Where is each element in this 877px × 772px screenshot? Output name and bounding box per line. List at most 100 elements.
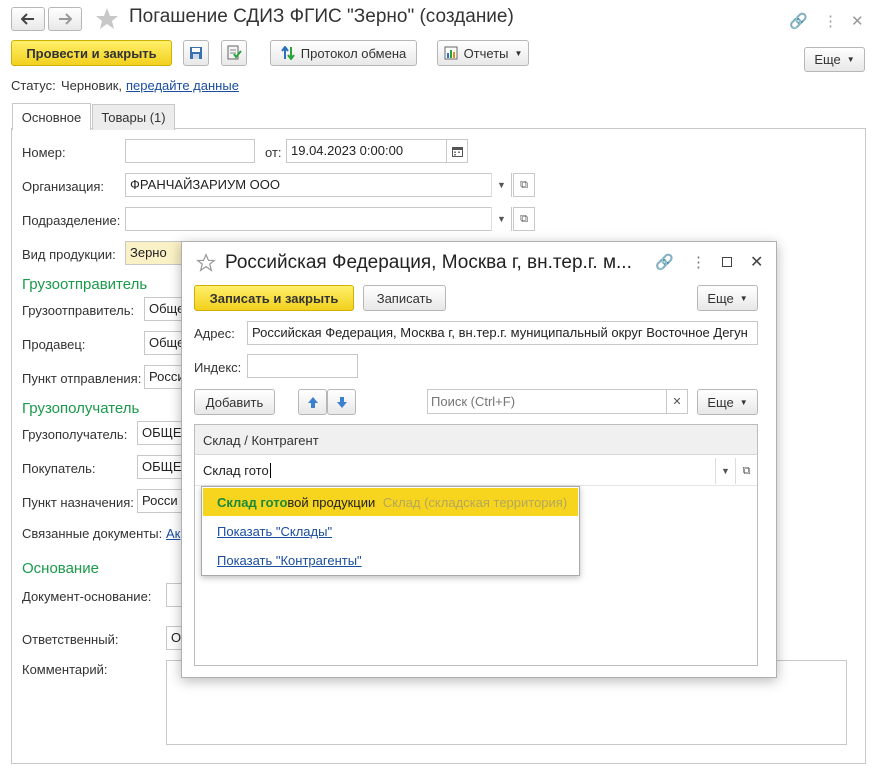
tab-goods-label: Товары (1) <box>101 110 166 125</box>
close-icon[interactable]: ✕ <box>750 252 763 272</box>
dispatch-point-label: Пункт отправления: <box>22 371 142 386</box>
row-dropdown[interactable]: ▼ <box>715 458 735 484</box>
dialog-title: Российская Федерация, Москва г, вн.тер.г… <box>225 252 632 273</box>
more-label: Еще <box>707 290 734 306</box>
consignee-label: Грузополучатель: <box>22 427 128 442</box>
index-input[interactable] <box>247 354 358 378</box>
add-label: Добавить <box>205 394 264 410</box>
table-header: Склад / Контрагент <box>195 425 757 455</box>
save-button[interactable]: Записать <box>363 285 446 311</box>
calendar-icon <box>451 146 463 157</box>
arrow-right-icon <box>59 13 72 25</box>
seller-label: Продавец: <box>22 337 86 352</box>
more-vert-icon[interactable]: ⋮ <box>823 12 838 30</box>
show-warehouses-link[interactable]: Показать "Склады" <box>217 524 332 539</box>
product-type-input[interactable]: Зерно <box>125 241 185 265</box>
save-and-close-button[interactable]: Записать и закрыть <box>194 285 354 311</box>
suggestion-match: Склад гото <box>217 495 288 510</box>
number-input[interactable] <box>125 139 255 163</box>
seller-input[interactable]: Обще <box>144 331 184 355</box>
comment-label: Комментарий: <box>22 662 108 677</box>
dialog-more-button[interactable]: Еще ▼ <box>697 285 758 311</box>
suggestion-hint: Склад (складская территория) <box>382 495 568 510</box>
basis-group-title: Основание <box>22 560 99 577</box>
tab-main-label: Основное <box>21 109 82 125</box>
organization-dropdown[interactable]: ▼ <box>491 173 511 197</box>
chevron-down-icon: ▼ <box>846 55 855 64</box>
responsible-label: Ответственный: <box>22 632 119 647</box>
tab-goods[interactable]: Товары (1) <box>92 104 175 130</box>
department-input[interactable] <box>125 207 512 231</box>
organization-input[interactable]: ФРАНЧАЙЗАРИУМ ООО <box>125 173 512 197</box>
save-button[interactable] <box>183 40 209 66</box>
arrow-up-icon <box>307 396 318 408</box>
show-contractors-link[interactable]: Показать "Контрагенты" <box>217 553 362 568</box>
dispatch-point-input[interactable]: Росси <box>144 365 184 389</box>
post-document-icon <box>227 45 242 60</box>
row-open-button[interactable]: ⧉ <box>735 458 757 484</box>
post-button[interactable] <box>221 40 247 66</box>
more-label: Еще <box>707 394 734 410</box>
transfer-data-link[interactable]: передайте данные <box>126 78 239 93</box>
more-vert-icon[interactable]: ⋮ <box>691 253 706 271</box>
index-label: Индекс: <box>194 360 242 375</box>
department-dropdown[interactable]: ▼ <box>491 207 511 231</box>
clear-icon: ✕ <box>672 396 682 408</box>
text-cursor <box>270 463 271 478</box>
save-label: Записать <box>376 290 433 306</box>
related-docs-label: Связанные документы: <box>22 526 163 541</box>
chevron-down-icon: ▼ <box>497 180 506 190</box>
exchange-log-button[interactable]: Протокол обмена <box>270 40 417 66</box>
consignee-input[interactable]: ОБЩЕ <box>137 421 184 445</box>
suggestion-rest: вой продукции <box>287 495 376 510</box>
calendar-button[interactable] <box>446 139 468 163</box>
tab-main[interactable]: Основное <box>12 103 91 130</box>
link-icon[interactable]: 🔗 <box>655 253 674 271</box>
table-row-edit[interactable]: Склад гото ▼ ⧉ <box>195 456 757 486</box>
post-and-close-button[interactable]: Провести и закрыть <box>11 40 172 66</box>
suggestion-warehouse[interactable]: Склад готовой продукции Склад (складская… <box>203 488 578 516</box>
row-input-text[interactable]: Склад гото <box>203 463 269 478</box>
exchange-arrows-icon <box>280 46 295 60</box>
chevron-down-icon: ▼ <box>739 293 748 303</box>
organization-open-button[interactable]: ⧉ <box>513 173 535 197</box>
autocomplete-popup: Склад готовой продукции Склад (складская… <box>201 486 580 576</box>
back-button[interactable] <box>11 7 45 31</box>
shipper-group-title: Грузоотправитель <box>22 276 148 293</box>
buyer-input[interactable]: ОБЩЕ <box>137 455 184 479</box>
reports-label: Отчеты <box>463 45 509 61</box>
dialog-more2-button[interactable]: Еще ▼ <box>697 389 758 415</box>
status-value: Черновик, <box>61 78 123 93</box>
maximize-icon[interactable] <box>722 257 732 267</box>
link-icon[interactable]: 🔗 <box>789 12 808 30</box>
column-header-warehouse: Склад / Контрагент <box>203 433 319 448</box>
shipper-input[interactable]: Обще <box>144 297 184 321</box>
clear-search-button[interactable]: ✕ <box>666 389 688 414</box>
favorite-star-icon[interactable] <box>196 253 216 272</box>
chevron-down-icon: ▼ <box>739 397 748 407</box>
consignee-group-title: Грузополучатель <box>22 400 140 417</box>
organization-label: Организация: <box>22 179 105 194</box>
destination-input[interactable]: Росси <box>137 489 184 513</box>
shipper-label: Грузоотправитель: <box>22 303 135 318</box>
favorite-star-icon[interactable] <box>95 7 119 30</box>
forward-button[interactable] <box>48 7 82 31</box>
from-label: от: <box>265 145 282 160</box>
chevron-down-icon: ▼ <box>721 466 730 476</box>
address-input[interactable]: Российская Федерация, Москва г, вн.тер.г… <box>247 321 758 345</box>
date-input[interactable]: 19.04.2023 0:00:00 <box>286 139 447 163</box>
related-docs-link[interactable]: Ак <box>166 526 180 541</box>
add-button[interactable]: Добавить <box>194 389 275 415</box>
address-dialog: Российская Федерация, Москва г, вн.тер.г… <box>181 241 777 678</box>
move-down-button[interactable] <box>327 389 356 415</box>
reports-button[interactable]: Отчеты ▼ <box>437 40 529 66</box>
close-icon[interactable]: ✕ <box>851 12 864 30</box>
more-button[interactable]: Еще ▼ <box>804 47 865 72</box>
window-title: Погашение СДИЗ ФГИС "Зерно" (создание) <box>129 6 514 27</box>
report-icon <box>444 46 458 60</box>
move-up-button[interactable] <box>298 389 327 415</box>
search-input[interactable] <box>427 389 667 414</box>
open-window-icon: ⧉ <box>520 212 528 225</box>
department-open-button[interactable]: ⧉ <box>513 207 535 231</box>
arrow-down-icon <box>336 396 347 408</box>
